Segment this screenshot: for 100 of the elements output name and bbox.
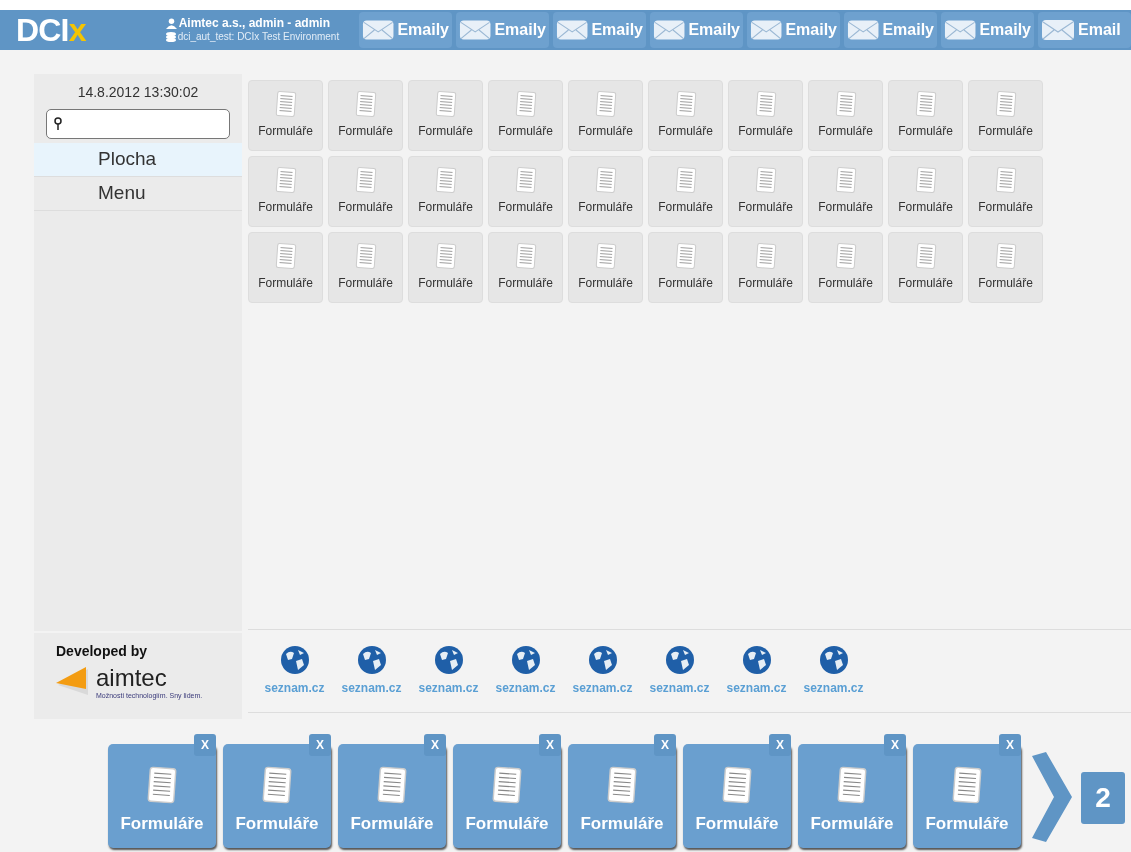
- close-button[interactable]: X: [884, 734, 906, 756]
- desktop-tile[interactable]: Formuláře: [808, 79, 883, 151]
- desktop-tile[interactable]: Formuláře: [648, 79, 723, 151]
- document-icon: [273, 90, 298, 119]
- document-icon: [273, 242, 298, 271]
- desktop-tile[interactable]: Formuláře: [728, 155, 803, 227]
- date-time: 14.8.2012 13:30:02: [76, 82, 200, 102]
- desktop-tile[interactable]: Formuláře: [728, 79, 803, 151]
- document-icon: [593, 90, 618, 119]
- email-tab[interactable]: Emaily: [359, 11, 452, 48]
- bookmark-link[interactable]: seznam.cz: [566, 644, 639, 697]
- document-icon: [913, 166, 938, 195]
- desktop-tile[interactable]: Formuláře: [968, 231, 1043, 303]
- sidebar-item[interactable]: Plocha: [34, 142, 242, 177]
- desktop-tile[interactable]: Formuláře: [728, 231, 803, 303]
- document-icon: [375, 764, 409, 805]
- close-button[interactable]: X: [769, 734, 791, 756]
- document-icon: [353, 242, 378, 271]
- desktop-tile[interactable]: Formuláře: [248, 231, 323, 303]
- close-button[interactable]: X: [654, 734, 676, 756]
- document-icon: [673, 242, 698, 271]
- desktop-tile[interactable]: Formuláře: [328, 155, 403, 227]
- close-button[interactable]: X: [424, 734, 446, 756]
- document-icon: [753, 166, 778, 195]
- desktop-tile[interactable]: Formuláře: [808, 155, 883, 227]
- document-icon: [605, 764, 639, 805]
- document-icon: [433, 242, 458, 271]
- desktop-tile[interactable]: Formuláře: [888, 79, 963, 151]
- document-icon: [950, 764, 984, 805]
- bookmark-link[interactable]: seznam.cz: [335, 644, 408, 697]
- document-icon: [273, 166, 298, 195]
- document-icon: [433, 166, 458, 195]
- bookmark-link[interactable]: seznam.cz: [643, 644, 716, 697]
- document-icon: [353, 166, 378, 195]
- envelope-icon: [847, 18, 880, 41]
- brand-name: aimtec: [96, 665, 168, 690]
- user-name: Aimtec a.s., admin - admin: [178, 16, 331, 32]
- document-icon: [513, 90, 538, 119]
- desktop-tile[interactable]: Formuláře: [888, 155, 963, 227]
- page-button[interactable]: 2: [1081, 772, 1125, 824]
- envelope-icon: [944, 18, 977, 41]
- email-tab[interactable]: Emaily: [650, 11, 743, 48]
- document-icon: [913, 90, 938, 119]
- desktop-tile[interactable]: Formuláře: [888, 231, 963, 303]
- close-button[interactable]: X: [194, 734, 216, 756]
- logo: DCIx: [16, 13, 87, 46]
- document-icon: [490, 764, 524, 805]
- document-icon: [833, 90, 858, 119]
- email-tab[interactable]: Emaily: [844, 11, 937, 48]
- document-icon: [673, 166, 698, 195]
- desktop-tile[interactable]: Formuláře: [648, 155, 723, 227]
- desktop-tile[interactable]: Formuláře: [568, 231, 643, 303]
- desktop-tile[interactable]: Formuláře: [568, 155, 643, 227]
- document-icon: [833, 242, 858, 271]
- desktop-tile[interactable]: Formuláře: [328, 79, 403, 151]
- desktop-tile[interactable]: Formuláře: [408, 231, 483, 303]
- bookmark-link[interactable]: seznam.cz: [720, 644, 793, 697]
- bookmark-link[interactable]: seznam.cz: [258, 644, 331, 697]
- user-icon: [165, 18, 177, 30]
- desktop-tile[interactable]: Formuláře: [808, 231, 883, 303]
- bookmark-link[interactable]: seznam.cz: [489, 644, 562, 697]
- email-tab[interactable]: Email: [1038, 11, 1131, 48]
- globe-icon: [741, 644, 772, 675]
- desktop-tile[interactable]: Formuláře: [488, 231, 563, 303]
- email-tab[interactable]: Emaily: [747, 11, 840, 48]
- bookmark-link[interactable]: seznam.cz: [412, 644, 485, 697]
- bookmark-link[interactable]: seznam.cz: [797, 644, 870, 697]
- desktop-tile[interactable]: Formuláře: [408, 155, 483, 227]
- document-icon: [673, 90, 698, 119]
- desktop-tile[interactable]: Formuláře: [408, 79, 483, 151]
- desktop-tile[interactable]: Formuláře: [248, 79, 323, 151]
- desktop-tile[interactable]: Formuláře: [648, 231, 723, 303]
- close-button[interactable]: X: [539, 734, 561, 756]
- desktop-tile[interactable]: Formuláře: [328, 231, 403, 303]
- document-icon: [145, 764, 179, 805]
- globe-icon: [279, 644, 310, 675]
- document-icon: [720, 764, 754, 805]
- envelope-icon: [459, 18, 492, 41]
- developed-by-label: Developed by: [56, 641, 149, 661]
- email-tab[interactable]: Emaily: [456, 11, 549, 48]
- document-icon: [353, 90, 378, 119]
- desktop-tile[interactable]: Formuláře: [488, 155, 563, 227]
- document-icon: [753, 242, 778, 271]
- document-icon: [993, 166, 1018, 195]
- desktop-tile[interactable]: Formuláře: [248, 155, 323, 227]
- envelope-icon: [750, 18, 783, 41]
- close-button[interactable]: X: [309, 734, 331, 756]
- globe-icon: [818, 644, 849, 675]
- document-icon: [993, 90, 1018, 119]
- desktop-tile[interactable]: Formuláře: [968, 155, 1043, 227]
- email-tab[interactable]: Emaily: [941, 11, 1034, 48]
- search-field[interactable]: [46, 108, 230, 139]
- document-icon: [993, 242, 1018, 271]
- email-tab[interactable]: Emaily: [553, 11, 646, 48]
- desktop-tile[interactable]: Formuláře: [968, 79, 1043, 151]
- close-button[interactable]: X: [999, 734, 1021, 756]
- desktop-tile[interactable]: Formuláře: [568, 79, 643, 151]
- database-icon: [165, 32, 176, 43]
- environment-label: dci_aut_test: DCIx Test Environment: [177, 31, 340, 44]
- desktop-tile[interactable]: Formuláře: [488, 79, 563, 151]
